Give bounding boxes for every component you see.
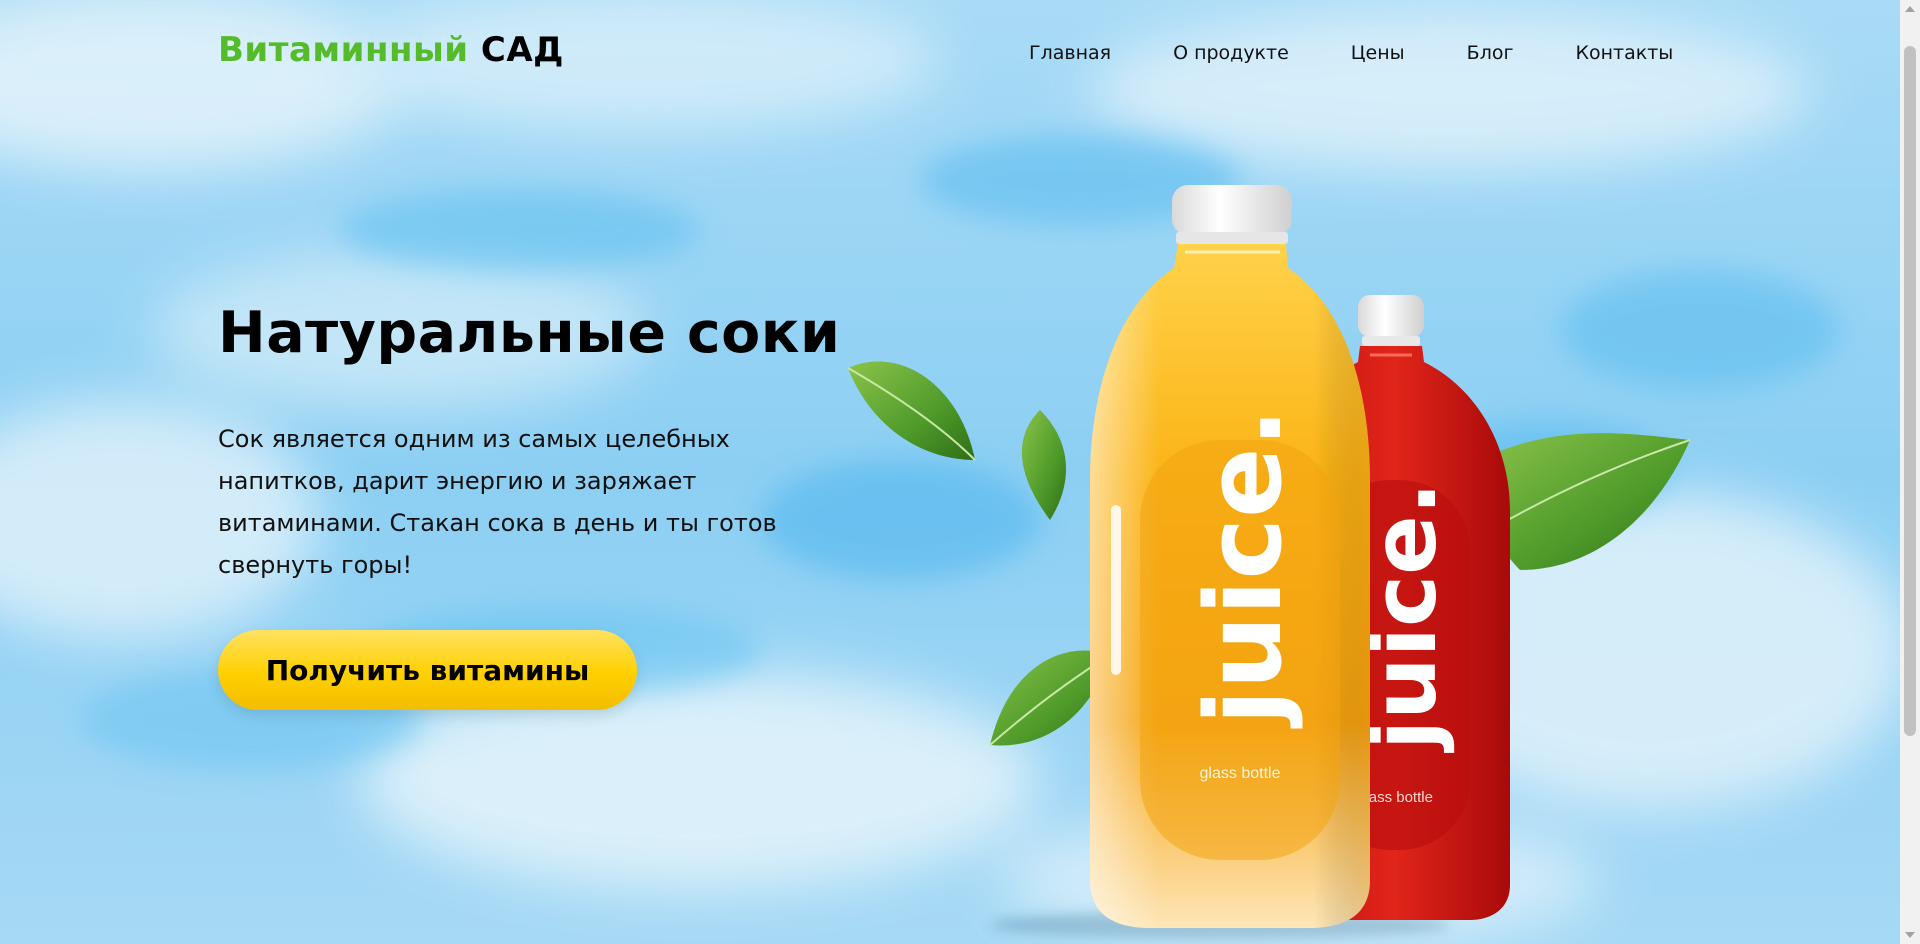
scrollbar-thumb[interactable] — [1904, 46, 1916, 736]
nav-link-home[interactable]: Главная — [1029, 42, 1111, 64]
hero-section: Витаминный САД Главная О продукте Цены Б… — [0, 0, 1920, 944]
page-scrollbar[interactable] — [1900, 0, 1920, 944]
bottle-orange-caption: glass bottle — [1200, 765, 1281, 782]
scroll-down-arrow-icon[interactable] — [1905, 932, 1915, 938]
leaf-icon — [1021, 410, 1067, 520]
leaf-icon — [847, 361, 976, 461]
top-navigation: Витаминный САД Главная О продукте Цены Б… — [0, 0, 1920, 110]
logo-text-black: САД — [480, 30, 564, 70]
scroll-up-arrow-icon[interactable] — [1905, 6, 1915, 12]
main-menu: Главная О продукте Цены Блог Контакты — [1029, 42, 1673, 64]
get-vitamins-button[interactable]: Получить витамины — [218, 630, 637, 710]
bottle-orange-brand: juice. — [1183, 408, 1305, 729]
nav-link-blog[interactable]: Блог — [1467, 42, 1514, 64]
site-logo[interactable]: Витаминный САД — [218, 30, 564, 70]
nav-link-about[interactable]: О продукте — [1173, 42, 1289, 64]
product-illustration: juice. glass bottle juice. glass bottle — [847, 185, 1691, 939]
hero-description: Сок является одним из самых целебных нап… — [218, 425, 777, 579]
logo-text-green: Витаминный — [218, 30, 469, 70]
leaf-icon — [1480, 433, 1691, 570]
nav-link-prices[interactable]: Цены — [1351, 42, 1405, 64]
nav-link-contacts[interactable]: Контакты — [1575, 42, 1673, 64]
juice-bottle-orange: juice. glass bottle — [1090, 185, 1370, 928]
hero-title: Натуральные соки — [218, 300, 841, 366]
